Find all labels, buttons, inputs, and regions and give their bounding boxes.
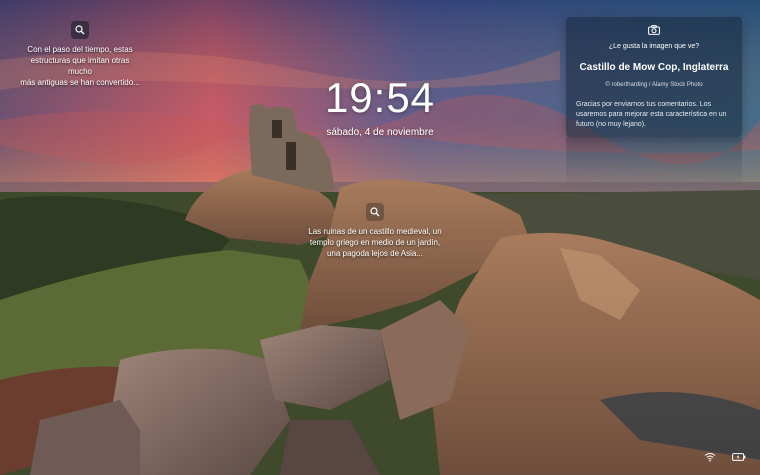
hotspot-line: Las ruinas de un castillo medieval, un xyxy=(308,227,442,236)
hotspot-left[interactable]: Con el paso del tiempo, estas estructura… xyxy=(20,21,140,88)
camera-icon[interactable] xyxy=(648,22,660,40)
hotspot-line: una pagoda lejos de Asia... xyxy=(326,249,424,258)
hotspot-line: templo griego en medio de un jardín, xyxy=(309,238,441,247)
thanks-line: Gracias por enviarnos tus comentarios. L… xyxy=(576,101,712,108)
feedback-thanks: Gracias por enviarnos tus comentarios. L… xyxy=(576,100,736,130)
image-title[interactable]: Castillo de Mow Cop, Inglaterra xyxy=(566,62,742,73)
search-icon[interactable] xyxy=(366,203,384,221)
hotspot-line: estructuras que imitan otras mucho xyxy=(30,56,130,76)
image-credit: © robertharding / Alamy Stock Photo xyxy=(605,82,703,88)
search-icon[interactable] xyxy=(71,21,89,39)
lock-date: sábado, 4 de noviembre xyxy=(326,127,434,138)
spotlight-panel: ¿Le gusta la imagen que ve? Castillo de … xyxy=(566,17,742,137)
thanks-line: futuro (no muy lejano). xyxy=(576,121,647,128)
thanks-line: usaremos para mejorar esta característic… xyxy=(576,111,727,118)
feedback-question: ¿Le gusta la imagen que ve? xyxy=(608,43,700,50)
hotspot-line: más antiguas se han convertido... xyxy=(20,78,140,87)
lock-clock: 19:54 xyxy=(324,74,436,121)
hotspot-line: Con el paso del tiempo, estas xyxy=(27,45,133,54)
spotlight-panel-fade xyxy=(566,137,742,189)
wifi-icon[interactable] xyxy=(704,449,716,467)
hotspot-center[interactable]: Las ruinas de un castillo medieval, un t… xyxy=(300,203,450,259)
battery-icon[interactable] xyxy=(732,449,746,467)
